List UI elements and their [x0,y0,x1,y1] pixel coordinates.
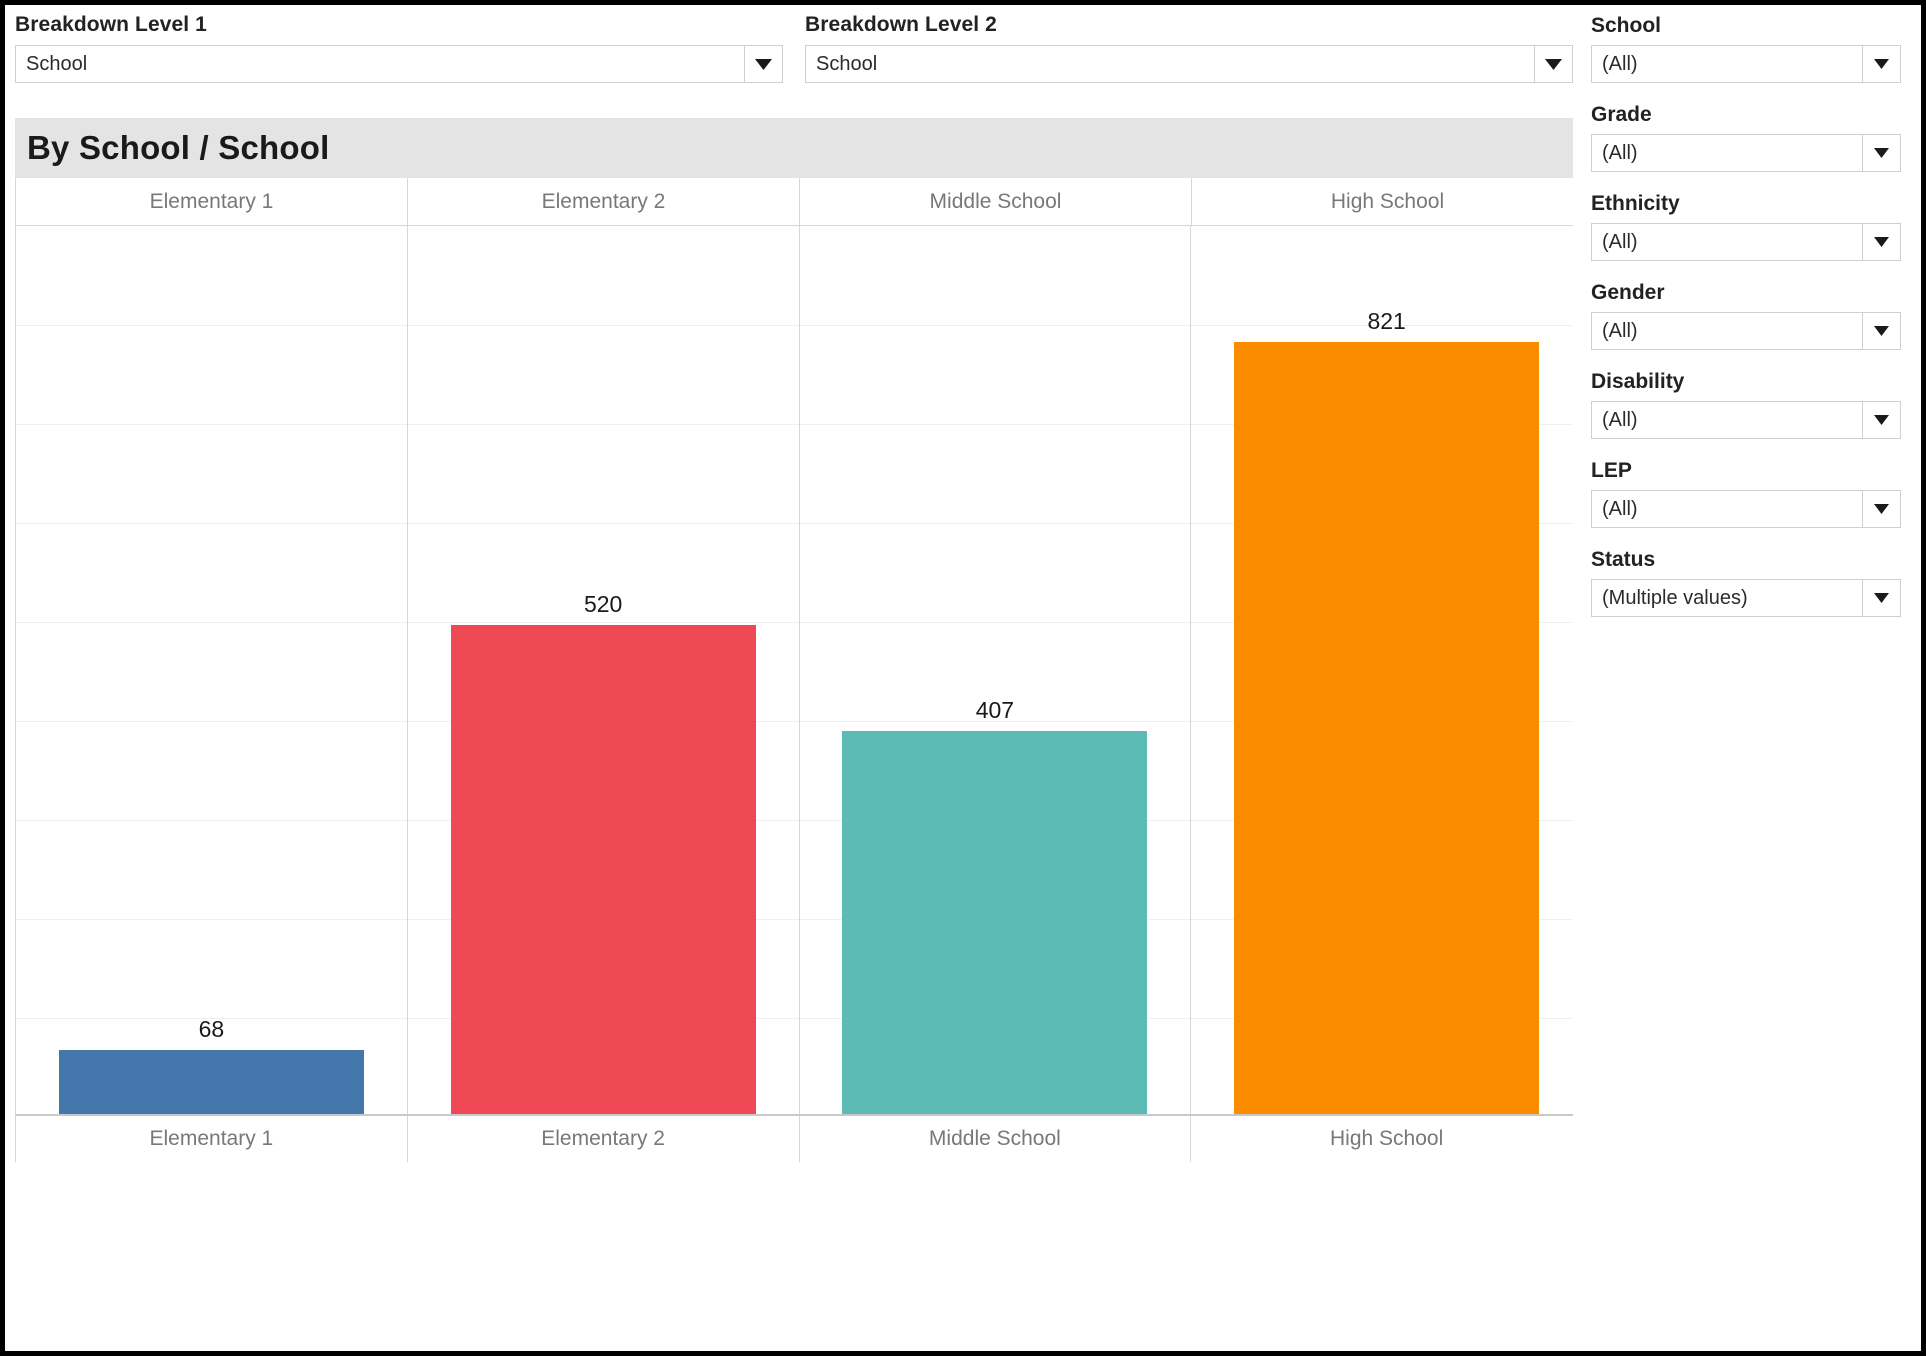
bar-pane-elementary-2[interactable]: 520 [406,226,799,1114]
filter-label-grade: Grade [1591,103,1652,126]
filter-value-gender: (All) [1602,319,1638,342]
bar-value-label: 407 [975,697,1015,723]
bar-value-label: 68 [198,1016,225,1042]
filter-gender: Gender (All) [1591,278,1901,350]
filter-school: School (All) [1591,11,1901,83]
chart-panel: By School / School Elementary 1 Elementa… [15,118,1583,1350]
filter-value-grade: (All) [1602,141,1638,164]
filter-sidebar: School (All) Grade (All) Ethnicity (All) [1573,5,1921,1351]
x-axis-row: Elementary 1 Elementary 2 Middle School … [15,1116,1583,1162]
bar-pane-middle-school[interactable]: 407 [798,226,1191,1114]
chevron-down-icon[interactable] [1862,313,1900,349]
bar-panes: 68 520 407 821 [15,226,1583,1114]
filter-dropdown-grade[interactable]: (All) [1591,134,1901,172]
filter-dropdown-status[interactable]: (Multiple values) [1591,579,1901,617]
filter-dropdown-school[interactable]: (All) [1591,45,1901,83]
bar-pane-elementary-1[interactable]: 68 [15,226,407,1114]
filter-value-school: (All) [1602,52,1638,75]
breakdown-level-1-label: Breakdown Level 1 [15,13,207,36]
chevron-down-icon[interactable] [1862,224,1900,260]
breakdown-level-2-group: Breakdown Level 2 School [805,11,1573,100]
filter-dropdown-ethnicity[interactable]: (All) [1591,223,1901,261]
filter-lep: LEP (All) [1591,456,1901,528]
bar-value-label: 520 [583,591,623,617]
x-axis-tick-label: High School [1190,1116,1583,1162]
filter-dropdown-gender[interactable]: (All) [1591,312,1901,350]
dashboard-root: Breakdown Level 1 School Breakdown Level… [0,0,1926,1356]
bar-middle-school[interactable] [842,731,1148,1114]
page-title: By School / School [27,129,330,166]
filter-label-gender: Gender [1591,281,1665,304]
x-axis-tick-label: Elementary 2 [406,1116,799,1162]
breakdown-level-1-dropdown[interactable]: School [15,45,783,83]
breakdown-level-2-value: School [816,52,878,75]
plot-area: 68 520 407 821 [15,226,1583,1116]
filter-label-lep: LEP [1591,459,1632,482]
filter-label-ethnicity: Ethnicity [1591,192,1680,215]
filter-value-lep: (All) [1602,497,1638,520]
chart-title-bar: By School / School [15,118,1583,178]
chevron-down-icon[interactable] [1862,491,1900,527]
breakdown-level-2-dropdown[interactable]: School [805,45,1573,83]
filter-value-status: (Multiple values) [1602,586,1748,609]
breakdown-level-2-label: Breakdown Level 2 [805,13,997,36]
chevron-down-icon[interactable] [1862,402,1900,438]
filter-grade: Grade (All) [1591,100,1901,172]
breakdown-level-1-value: School [26,52,88,75]
bar-elementary-1[interactable] [58,1050,364,1114]
filter-label-school: School [1591,14,1662,37]
filter-label-status: Status [1591,548,1656,571]
column-header: Middle School [799,178,1191,225]
column-header: High School [1191,178,1583,225]
filter-ethnicity: Ethnicity (All) [1591,189,1901,261]
bar-pane-high-school[interactable]: 821 [1190,226,1583,1114]
breakdown-level-1-group: Breakdown Level 1 School [15,11,783,100]
chevron-down-icon[interactable] [1862,135,1900,171]
column-header: Elementary 2 [407,178,799,225]
bar-high-school[interactable] [1234,342,1540,1114]
chevron-down-icon[interactable] [1862,46,1900,82]
x-axis-tick-label: Elementary 1 [15,1116,407,1162]
filter-label-disability: Disability [1591,370,1685,393]
bar-value-label: 821 [1367,308,1406,334]
breakdown-controls: Breakdown Level 1 School Breakdown Level… [5,5,1583,100]
bar-elementary-2[interactable] [450,625,756,1114]
filter-dropdown-disability[interactable]: (All) [1591,401,1901,439]
filter-status: Status (Multiple values) [1591,545,1901,617]
filter-dropdown-lep[interactable]: (All) [1591,490,1901,528]
filter-value-disability: (All) [1602,408,1638,431]
chevron-down-icon[interactable] [1534,46,1572,82]
column-header-row: Elementary 1 Elementary 2 Middle School … [15,178,1583,226]
chevron-down-icon[interactable] [744,46,782,82]
filter-value-ethnicity: (All) [1602,230,1638,253]
column-header: Elementary 1 [15,178,407,225]
chevron-down-icon[interactable] [1862,580,1900,616]
x-axis-tick-label: Middle School [798,1116,1191,1162]
filter-disability: Disability (All) [1591,367,1901,439]
